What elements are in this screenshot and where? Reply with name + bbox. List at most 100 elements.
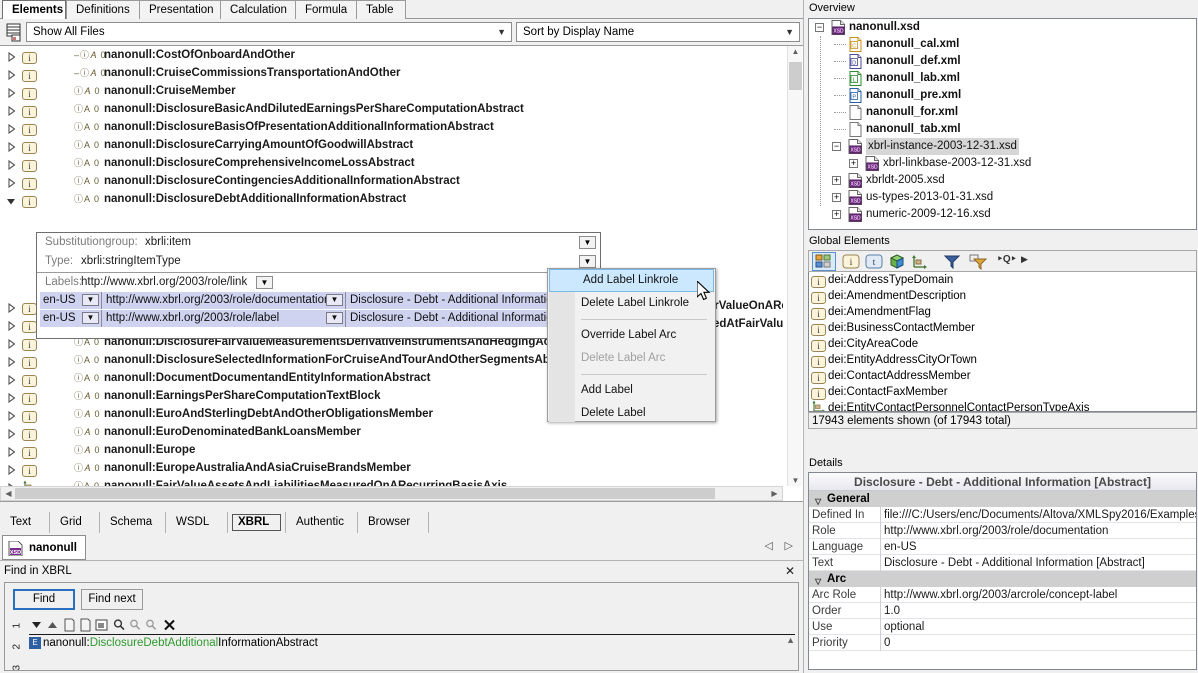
- tree-expander-icon[interactable]: [6, 176, 16, 186]
- scroll-left-icon[interactable]: ◀: [3, 489, 14, 498]
- scroll-down-icon[interactable]: ▼: [788, 476, 803, 485]
- overview-expander-icon[interactable]: −: [815, 23, 824, 32]
- overview-row[interactable]: Pnanonull_pre.xml: [809, 87, 1196, 104]
- substitutiongroup-dropdown-icon[interactable]: ▼: [579, 236, 596, 249]
- tree-expander-icon[interactable]: [6, 319, 16, 329]
- show-files-dropdown[interactable]: Show All Files ▼: [26, 22, 512, 42]
- scroll-thumb[interactable]: [15, 488, 715, 499]
- global-element-row[interactable]: dei:EntityContactPersonnelContactPersonT…: [809, 400, 1196, 412]
- tree-expander-icon[interactable]: [6, 86, 16, 96]
- viewtab-text[interactable]: Text: [0, 512, 50, 533]
- tree-expander-icon[interactable]: [6, 337, 16, 347]
- labels-dropdown-icon[interactable]: ▼: [256, 276, 273, 289]
- details-row[interactable]: Rolehttp://www.xbrl.org/2003/role/docume…: [809, 523, 1196, 539]
- find-prev-icon[interactable]: [128, 617, 143, 633]
- tree-expander-icon[interactable]: [6, 391, 16, 401]
- doctab-next-icon[interactable]: ▷: [785, 539, 793, 552]
- label-row[interactable]: en-US▼ http://www.xbrl.org/2003/role/doc…: [40, 292, 600, 309]
- tree-horizontal-scrollbar[interactable]: ◀ ▶: [0, 486, 783, 501]
- chevron-down-icon[interactable]: ▼: [326, 294, 343, 306]
- result-scroll-up-icon[interactable]: ▲: [786, 635, 795, 645]
- menu-item-delete-label-linkrole[interactable]: Delete Label Linkrole: [548, 292, 715, 315]
- overview-row[interactable]: +XSDxbrl-linkbase-2003-12-31.xsd: [809, 155, 1196, 172]
- details-section-header[interactable]: ▽General: [809, 491, 1196, 507]
- menu-item-delete-label[interactable]: Delete Label: [548, 402, 715, 425]
- filter-config-icon[interactable]: [966, 253, 988, 273]
- label-role-cell[interactable]: http://www.xbrl.org/2003/role/label▼: [103, 310, 346, 327]
- find-next-button[interactable]: Find next: [81, 589, 143, 610]
- tab-definitions[interactable]: Definitions: [66, 0, 140, 19]
- tree-row[interactable]: iⓘ𝐴 0nanonull:Europe: [0, 441, 783, 459]
- details-row[interactable]: Arc Rolehttp://www.xbrl.org/2003/arcrole…: [809, 587, 1196, 603]
- copy-message-icon[interactable]: [94, 617, 109, 633]
- overview-tree[interactable]: −XSDnanonull.xsdCnanonull_cal.xmlDnanonu…: [808, 18, 1197, 230]
- details-row[interactable]: Useoptional: [809, 619, 1196, 635]
- menu-item-add-label-linkrole[interactable]: Add Label Linkrole: [549, 269, 714, 292]
- show-files-icon[interactable]: [3, 21, 25, 43]
- chevron-down-icon[interactable]: ▼: [326, 312, 343, 324]
- details-row[interactable]: TextDisclosure - Debt - Additional Infor…: [809, 555, 1196, 571]
- tree-expander-icon[interactable]: [6, 68, 16, 78]
- label-row[interactable]: en-US▼ http://www.xbrl.org/2003/role/lab…: [40, 310, 600, 327]
- tree-expander-icon[interactable]: [6, 301, 16, 311]
- tree-row[interactable]: iⓘA 0nanonull:DisclosureCarryingAmountOf…: [0, 136, 783, 154]
- tree-expander-icon[interactable]: [6, 463, 16, 473]
- tree-vertical-scrollbar[interactable]: ▲ ▼: [787, 46, 802, 486]
- global-element-row[interactable]: idei:AmendmentDescription: [809, 288, 1196, 304]
- axis-icon[interactable]: [910, 253, 930, 273]
- more-icon[interactable]: ‣Q‣: [997, 254, 1017, 265]
- doctab-prev-icon[interactable]: ◁: [765, 539, 773, 552]
- filter-icon[interactable]: [942, 253, 962, 273]
- tree-row[interactable]: iⓘA 0nanonull:DisclosureBasisOfPresentat…: [0, 118, 783, 136]
- tree-row[interactable]: iⓘA 0nanonull:DisclosureDebtAdditionalIn…: [0, 190, 783, 208]
- tab-presentation[interactable]: Presentation: [139, 0, 221, 19]
- tree-row[interactable]: iⓘA 0nanonull:DisclosureComprehensiveInc…: [0, 154, 783, 172]
- overview-expander-icon[interactable]: +: [832, 193, 841, 202]
- overview-row[interactable]: nanonull_for.xml: [809, 104, 1196, 121]
- copy-icon[interactable]: [62, 617, 77, 633]
- overview-expander-icon[interactable]: +: [832, 210, 841, 219]
- global-element-row[interactable]: idei:CityAreaCode: [809, 336, 1196, 352]
- overview-row[interactable]: nanonull_tab.xml: [809, 121, 1196, 138]
- overview-expander-icon[interactable]: −: [832, 142, 841, 151]
- group-view-icon[interactable]: [812, 252, 836, 271]
- tab-table[interactable]: Table: [356, 0, 406, 19]
- menu-item-override-label-arc[interactable]: Override Label Arc: [548, 324, 715, 347]
- label-role-cell[interactable]: http://www.xbrl.org/2003/role/documentat…: [103, 292, 346, 309]
- find-next-icon[interactable]: [144, 617, 159, 633]
- menu-item-add-label[interactable]: Add Label: [548, 379, 715, 402]
- tree-expander-icon[interactable]: [6, 355, 16, 365]
- tree-expander-icon[interactable]: [6, 427, 16, 437]
- close-icon[interactable]: ✕: [785, 564, 795, 578]
- tree-row[interactable]: i–ⓘ𝐴 0nanonull:CostOfOnboardAndOther: [0, 46, 783, 64]
- tree-expander-icon[interactable]: [6, 409, 16, 419]
- scroll-up-icon[interactable]: ▲: [788, 47, 803, 56]
- global-element-row[interactable]: idei:ContactAddressMember: [809, 368, 1196, 384]
- tree-expander-icon[interactable]: [6, 122, 16, 132]
- down-arrow-icon[interactable]: [29, 617, 44, 633]
- tree-row[interactable]: i–ⓘ𝐴 0nanonull:CruiseCommissionsTranspor…: [0, 64, 783, 82]
- tree-row[interactable]: iⓘ𝐴 0nanonull:EuroDenominatedBankLoansMe…: [0, 423, 783, 441]
- global-element-row[interactable]: idei:EntityAddressCityOrTown: [809, 352, 1196, 368]
- up-arrow-icon[interactable]: [45, 617, 60, 633]
- details-row[interactable]: Order1.0: [809, 603, 1196, 619]
- find-tab-3[interactable]: 3: [7, 649, 27, 670]
- viewtab-xbrl[interactable]: XBRL: [228, 512, 286, 533]
- search-icon[interactable]: [112, 617, 127, 633]
- viewtab-browser[interactable]: Browser: [358, 512, 429, 533]
- scroll-thumb[interactable]: [789, 62, 802, 90]
- tab-elements[interactable]: Elements: [2, 0, 66, 19]
- details-section-header[interactable]: ▽Arc: [809, 571, 1196, 587]
- tuple-icon[interactable]: t: [864, 253, 884, 273]
- cube-icon[interactable]: [887, 253, 907, 273]
- overview-row[interactable]: Lnanonull_lab.xml: [809, 70, 1196, 87]
- tree-expander-icon[interactable]: [6, 140, 16, 150]
- scroll-right-icon[interactable]: ▶: [769, 489, 780, 498]
- tree-row[interactable]: iⓘ𝐴 0nanonull:CruiseMember: [0, 82, 783, 100]
- details-row[interactable]: Defined Infile:///C:/Users/enc/Documents…: [809, 507, 1196, 523]
- overview-expander-icon[interactable]: +: [832, 176, 841, 185]
- details-row[interactable]: Priority0: [809, 635, 1196, 651]
- tree-row[interactable]: iⓘA 0nanonull:DisclosureContingenciesAdd…: [0, 172, 783, 190]
- copy-all-icon[interactable]: [78, 617, 93, 633]
- global-element-row[interactable]: idei:ContactFaxMember: [809, 384, 1196, 400]
